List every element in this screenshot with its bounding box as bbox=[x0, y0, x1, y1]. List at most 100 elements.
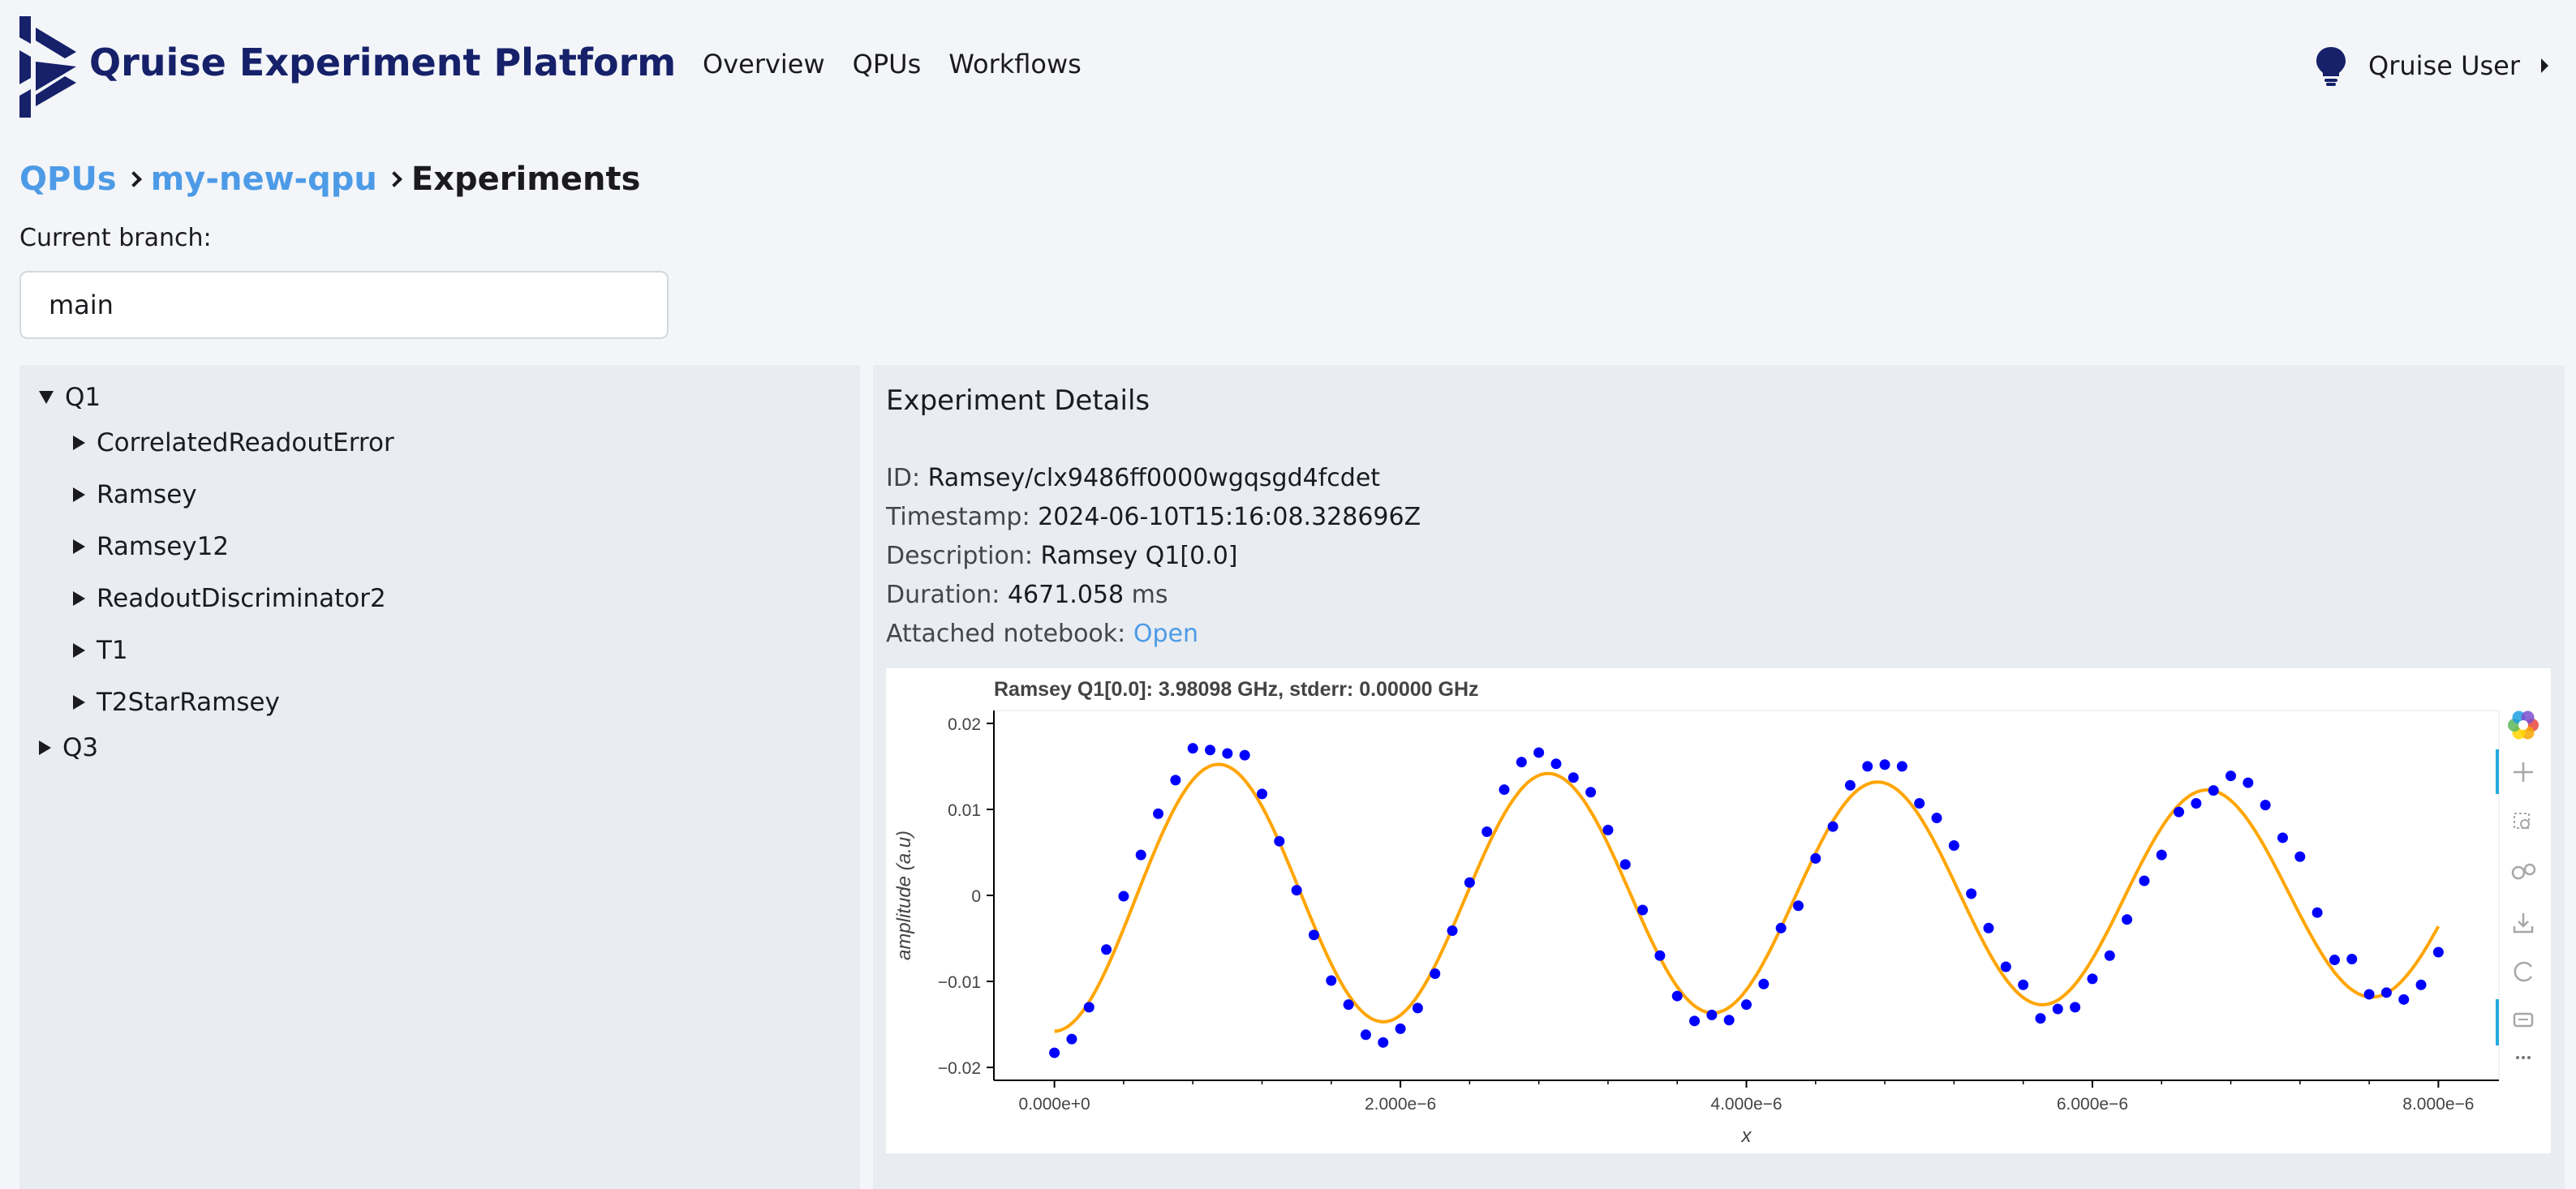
data-point bbox=[1430, 968, 1441, 980]
data-point bbox=[2035, 1013, 2046, 1024]
breadcrumb-qpus[interactable]: QPUs bbox=[19, 161, 117, 198]
tree-item-t1[interactable]: T1 bbox=[73, 636, 128, 665]
data-point bbox=[1792, 900, 1804, 912]
detail-description-value: Ramsey Q1[0.0] bbox=[1040, 542, 1238, 570]
tree-item-correlatedreadouterror[interactable]: CorrelatedReadoutError bbox=[73, 428, 394, 457]
data-point bbox=[2243, 777, 2254, 788]
data-point bbox=[1118, 891, 1129, 902]
data-point bbox=[1948, 839, 1959, 851]
data-point bbox=[1049, 1047, 1060, 1058]
data-point bbox=[1706, 1009, 1718, 1020]
tree-group-q1[interactable]: Q1 bbox=[39, 383, 101, 412]
triangle-right-icon bbox=[73, 695, 85, 710]
tree-item-label: T1 bbox=[97, 636, 128, 665]
more-tools-icon[interactable] bbox=[2507, 1041, 2539, 1074]
ramsey-plot: Ramsey Q1[0.0]: 3.98098 GHz, stderr: 0.0… bbox=[886, 668, 2551, 1153]
tree-item-label: CorrelatedReadoutError bbox=[97, 428, 394, 457]
data-point bbox=[1499, 784, 1510, 796]
data-point bbox=[1637, 904, 1649, 916]
data-point bbox=[2294, 851, 2306, 862]
triangle-down-icon bbox=[39, 391, 54, 404]
data-point bbox=[1464, 877, 1475, 888]
data-point bbox=[1187, 743, 1198, 754]
detail-id-value: Ramsey/clx9486ff0000wgqsgd4fcdet bbox=[927, 464, 1381, 492]
tree-item-readoutdiscriminator2[interactable]: ReadoutDiscriminator2 bbox=[73, 584, 386, 613]
data-point bbox=[1412, 1002, 1423, 1014]
detail-duration-label: Duration: bbox=[886, 581, 1000, 609]
user-menu[interactable]: Qruise User bbox=[2315, 45, 2548, 86]
data-point bbox=[1896, 761, 1907, 772]
reset-tool-icon[interactable] bbox=[2507, 955, 2539, 988]
data-point bbox=[1274, 835, 1285, 847]
detail-description: Description: Ramsey Q1[0.0] bbox=[886, 542, 1238, 570]
triangle-right-icon bbox=[73, 539, 85, 554]
tree-group-label: Q3 bbox=[62, 733, 99, 762]
nav-qpus[interactable]: QPUs bbox=[853, 49, 922, 79]
data-point bbox=[1256, 788, 1267, 800]
ramsey-plot-canvas[interactable]: Ramsey Q1[0.0]: 3.98098 GHz, stderr: 0.0… bbox=[886, 668, 2551, 1153]
data-point bbox=[1810, 852, 1821, 864]
nav-overview[interactable]: Overview bbox=[703, 49, 825, 79]
detail-timestamp-label: Timestamp: bbox=[886, 503, 1030, 531]
experiment-tree: Q1 CorrelatedReadoutError Ramsey Ramsey1… bbox=[19, 365, 860, 1189]
wheel-zoom-tool-icon[interactable] bbox=[2507, 856, 2539, 889]
data-point bbox=[1101, 944, 1112, 955]
qruise-logo-icon[interactable] bbox=[19, 16, 78, 118]
data-point bbox=[1239, 749, 1250, 761]
tree-item-ramsey12[interactable]: Ramsey12 bbox=[73, 532, 229, 561]
data-point bbox=[2329, 955, 2340, 966]
y-tick-label: −0.01 bbox=[938, 973, 981, 992]
open-notebook-link[interactable]: Open bbox=[1133, 620, 1198, 648]
data-point bbox=[1395, 1023, 1406, 1034]
detail-id-label: ID: bbox=[886, 464, 921, 492]
top-header: Qruise Experiment Platform Overview QPUs… bbox=[0, 0, 2576, 138]
x-tick-label: 6.000e−6 bbox=[2057, 1095, 2128, 1114]
hover-tool-icon[interactable] bbox=[2507, 1006, 2539, 1038]
data-point bbox=[2052, 1003, 2063, 1015]
save-tool-icon[interactable] bbox=[2507, 907, 2539, 939]
tree-item-ramsey[interactable]: Ramsey bbox=[73, 480, 197, 509]
data-point bbox=[1135, 849, 1146, 861]
detail-notebook: Attached notebook: Open bbox=[886, 620, 1198, 648]
pan-tool-icon[interactable] bbox=[2507, 756, 2539, 788]
triangle-right-icon bbox=[73, 643, 85, 658]
tree-item-label: Ramsey12 bbox=[97, 532, 230, 561]
detail-duration-value: 4671.058 bbox=[1007, 581, 1125, 609]
tree-item-t2starramsey[interactable]: T2StarRamsey bbox=[73, 688, 280, 717]
data-point bbox=[1741, 999, 1752, 1011]
data-point bbox=[1516, 757, 1527, 768]
breadcrumb-qpu[interactable]: my-new-qpu bbox=[151, 161, 377, 198]
nav-workflows[interactable]: Workflows bbox=[948, 49, 1082, 79]
data-point bbox=[1170, 775, 1181, 786]
detail-duration: Duration: 4671.058 ms bbox=[886, 581, 1168, 609]
data-point bbox=[1723, 1015, 1735, 1026]
detail-notebook-label: Attached notebook: bbox=[886, 620, 1126, 648]
data-point bbox=[1550, 758, 1562, 770]
y-tick-label: 0 bbox=[971, 887, 981, 906]
data-point bbox=[2363, 989, 2375, 1000]
data-point bbox=[2000, 961, 2011, 972]
data-point bbox=[1291, 885, 1302, 896]
box-zoom-tool-icon[interactable] bbox=[2507, 806, 2539, 839]
caret-right-icon[interactable] bbox=[2541, 58, 2548, 73]
app-title[interactable]: Qruise Experiment Platform bbox=[89, 41, 676, 84]
y-tick-label: 0.02 bbox=[948, 715, 981, 734]
x-tick-label: 8.000e−6 bbox=[2402, 1095, 2474, 1114]
data-point bbox=[1083, 1002, 1094, 1013]
data-point bbox=[1879, 759, 1890, 770]
tree-item-label: Ramsey bbox=[97, 480, 197, 509]
data-point bbox=[1360, 1029, 1371, 1041]
data-point bbox=[1758, 978, 1770, 989]
data-point bbox=[1205, 745, 1216, 756]
tree-item-label: ReadoutDiscriminator2 bbox=[97, 584, 386, 613]
data-point bbox=[1689, 1015, 1701, 1027]
data-point bbox=[1585, 787, 1597, 798]
tree-group-q3[interactable]: Q3 bbox=[39, 733, 98, 762]
data-point bbox=[1378, 1037, 1389, 1048]
data-point bbox=[1568, 772, 1579, 783]
data-point bbox=[1308, 929, 1319, 941]
data-point bbox=[2380, 987, 2392, 998]
chevron-right-icon bbox=[385, 171, 402, 187]
branch-input[interactable] bbox=[19, 271, 669, 339]
breadcrumb-current: Experiments bbox=[411, 161, 641, 198]
